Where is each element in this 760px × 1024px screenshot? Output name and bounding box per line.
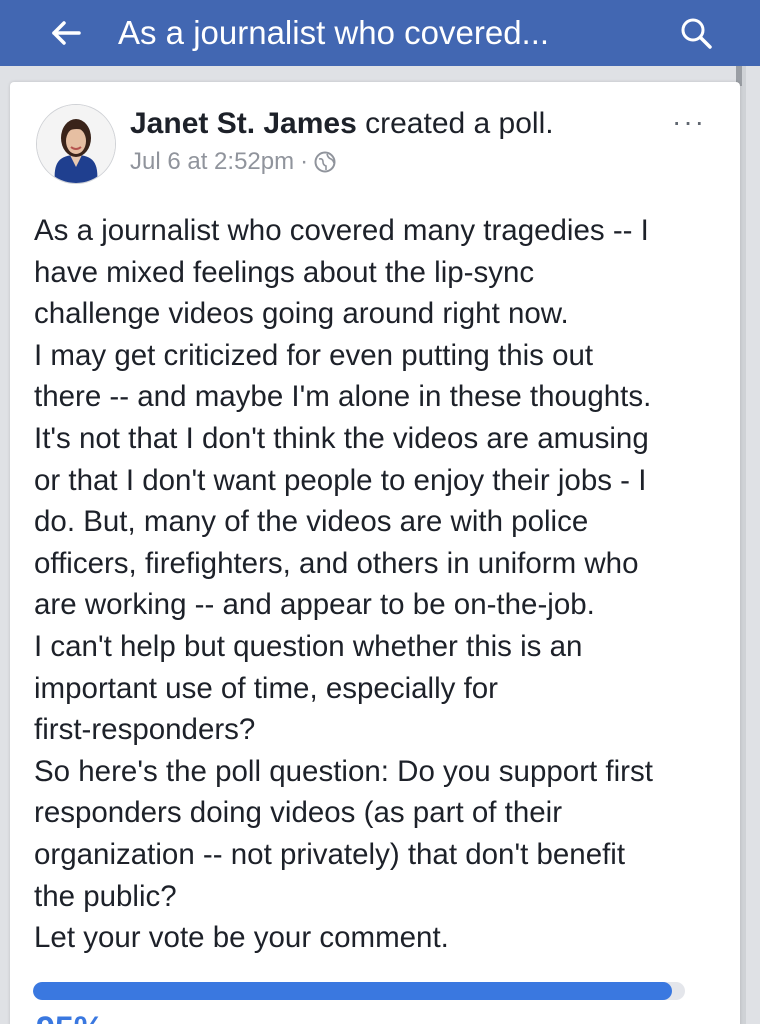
poll-percentage: 95% xyxy=(36,1010,104,1024)
post-body-line: important use of time, especially for xyxy=(34,671,499,705)
post-body-line: It's not that I don't think the videos a… xyxy=(34,421,649,455)
post-card: Janet St. James created a poll. Jul 6 at… xyxy=(10,82,740,1024)
post-header: Janet St. James created a poll. xyxy=(130,107,554,141)
post-body-line: do. But, many of the videos are with pol… xyxy=(34,505,589,539)
post-body-line: As a journalist who covered many tragedi… xyxy=(34,214,649,247)
post-body-line: Let your vote be your comment. xyxy=(34,921,449,955)
meta-separator: · xyxy=(300,148,309,175)
post-body-line: there -- and maybe I'm alone in these th… xyxy=(34,380,652,414)
post-body-line: organization -- not privately) that don'… xyxy=(34,837,626,871)
post-timestamp[interactable]: Jul 6 at 2:52pm xyxy=(130,148,294,176)
screen: As a journalist who covered... Janet St.… xyxy=(0,0,760,1024)
post-action: created a poll. xyxy=(356,107,554,140)
post-meta: Jul 6 at 2:52pm · xyxy=(130,148,336,176)
back-button[interactable] xyxy=(40,0,92,66)
avatar[interactable] xyxy=(36,104,116,184)
post-body: As a journalist who covered many tragedi… xyxy=(34,210,734,959)
poll-option-bar[interactable] xyxy=(33,982,685,1000)
post-body-line: officers, firefighters, and others in un… xyxy=(34,546,639,580)
arrow-left-icon xyxy=(52,21,81,45)
search-icon xyxy=(681,18,712,49)
post-body-line: or that I don't want people to enjoy the… xyxy=(34,463,647,497)
post-body-line: the public? xyxy=(34,879,177,913)
page-title: As a journalist who covered... xyxy=(118,14,550,51)
post-body-line: responders doing videos (as part of thei… xyxy=(34,796,563,830)
more-options-button[interactable]: ··· xyxy=(672,106,706,138)
post-body-line: first-responders? xyxy=(34,713,256,747)
post-body-line: are working -- and appear to be on-the-j… xyxy=(34,588,595,622)
post-body-line: So here's the poll question: Do you supp… xyxy=(34,754,653,788)
poll-bar-fill xyxy=(33,982,672,1000)
author-name[interactable]: Janet St. James xyxy=(130,107,357,140)
search-button[interactable] xyxy=(672,0,720,66)
post-body-line: challenge videos going around right now. xyxy=(34,297,569,331)
top-bar: As a journalist who covered... xyxy=(0,0,760,66)
post-body-line: have mixed feelings about the lip-sync xyxy=(34,255,535,289)
globe-icon xyxy=(314,151,336,173)
post-body-line: I may get criticized for even putting th… xyxy=(34,338,594,372)
post-body-line: I can't help but question whether this i… xyxy=(34,629,583,663)
author-photo xyxy=(37,105,115,183)
